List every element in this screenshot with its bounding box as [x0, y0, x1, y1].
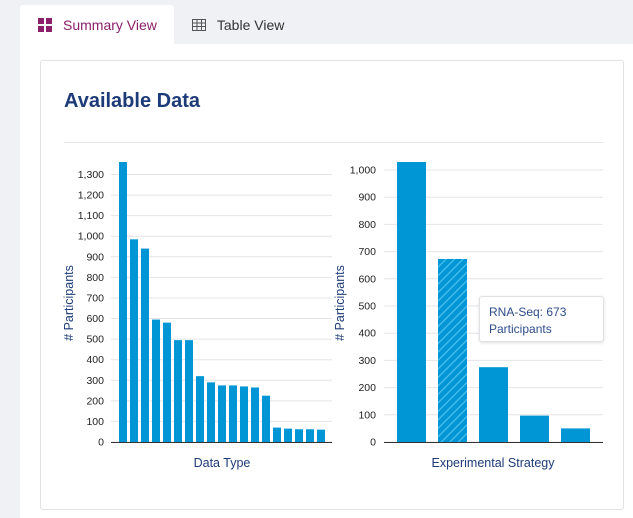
bar [397, 162, 426, 442]
y-tick-label: 900 [358, 192, 376, 204]
bar [520, 415, 549, 442]
y-tick-label: 300 [358, 355, 376, 367]
y-tick-label: 500 [358, 301, 376, 313]
y-axis-title: # Participants [333, 265, 347, 341]
y-tick-label: 800 [358, 219, 376, 231]
x-axis-title: Experimental Strategy [432, 456, 556, 470]
tooltip-line-2: Participants [489, 322, 552, 336]
experimental-strategy-chart: 0 100 200 300 400 500 600 700 800 900 1,000 Experim… [333, 162, 603, 470]
chart-tooltip: RNA-Seq: 673 Participants [479, 296, 604, 342]
bar [479, 367, 508, 442]
bar [438, 258, 467, 442]
tooltip-line-1: RNA-Seq: 673 [489, 305, 567, 319]
y-tick-label: 1,000 [350, 165, 376, 177]
y-tick-label: 600 [358, 273, 376, 285]
y-tick-label: 700 [358, 246, 376, 258]
y-tick-label: 0 [370, 437, 376, 449]
y-tick-label: 400 [358, 328, 376, 340]
y-tick-label: 200 [358, 382, 376, 394]
bar [561, 428, 590, 442]
y-tick-label: 100 [358, 409, 376, 421]
